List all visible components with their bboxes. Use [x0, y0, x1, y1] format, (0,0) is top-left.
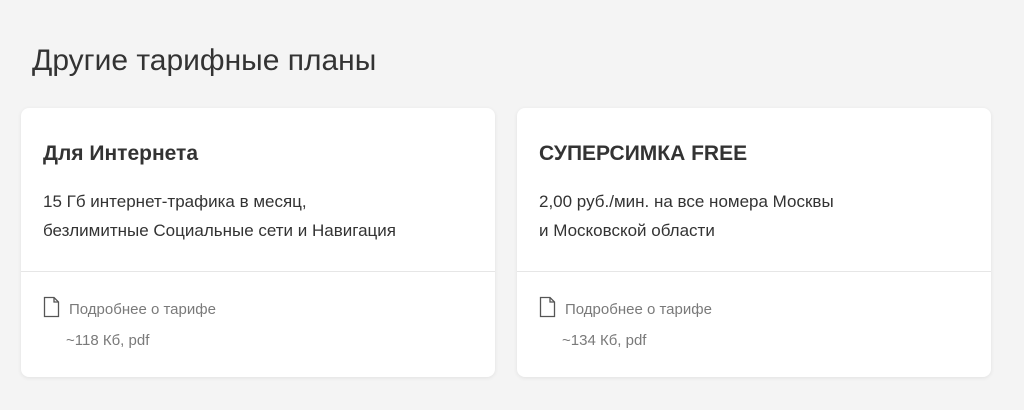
doc-file-meta: ~134 Кб, pdf	[562, 332, 647, 349]
doc-texts: Подробнее о тарифе ~118 Кб, pdf	[66, 294, 216, 351]
tariff-details-link[interactable]: Подробнее о тарифе ~134 Кб, pdf	[539, 294, 991, 351]
card-description: 15 Гб интернет-трафика в месяц, безлимит…	[43, 187, 473, 245]
card-footer: Подробнее о тарифе ~118 Кб, pdf	[21, 272, 495, 351]
card-description-line: 15 Гб интернет-трафика в месяц,	[43, 192, 307, 211]
card-footer: Подробнее о тарифе ~134 Кб, pdf	[517, 272, 991, 351]
document-icon	[43, 296, 60, 318]
card-description-line: и Московской области	[539, 221, 715, 240]
tariff-card-supersim-free[interactable]: СУПЕРСИМКА FREE 2,00 руб./мин. на все но…	[517, 108, 991, 377]
card-title: Для Интернета	[43, 142, 199, 165]
card-description-line: 2,00 руб./мин. на все номера Москвы	[539, 192, 834, 211]
tariff-details-link[interactable]: Подробнее о тарифе ~118 Кб, pdf	[43, 294, 495, 351]
document-icon	[539, 296, 556, 318]
card-title: СУПЕРСИМКА FREE	[539, 142, 748, 165]
doc-link-label[interactable]: Подробнее о тарифе	[565, 300, 712, 320]
card-header: СУПЕРСИМКА FREE 2,00 руб./мин. на все но…	[517, 108, 991, 272]
doc-texts: Подробнее о тарифе ~134 Кб, pdf	[562, 294, 712, 351]
card-description-line: безлимитные Социальные сети и Навигация	[43, 221, 396, 240]
tariff-cards: Для Интернета 15 Гб интернет-трафика в м…	[21, 108, 991, 377]
doc-file-meta: ~118 Кб, pdf	[66, 332, 150, 349]
card-description: 2,00 руб./мин. на все номера Москвы и Мо…	[539, 187, 969, 245]
card-header: Для Интернета 15 Гб интернет-трафика в м…	[21, 108, 495, 272]
page: Другие тарифные планы Для Интернета 15 Г…	[0, 0, 1024, 410]
tariff-card-internet[interactable]: Для Интернета 15 Гб интернет-трафика в м…	[21, 108, 495, 377]
section-title: Другие тарифные планы	[32, 44, 377, 77]
doc-link-label[interactable]: Подробнее о тарифе	[69, 300, 216, 320]
